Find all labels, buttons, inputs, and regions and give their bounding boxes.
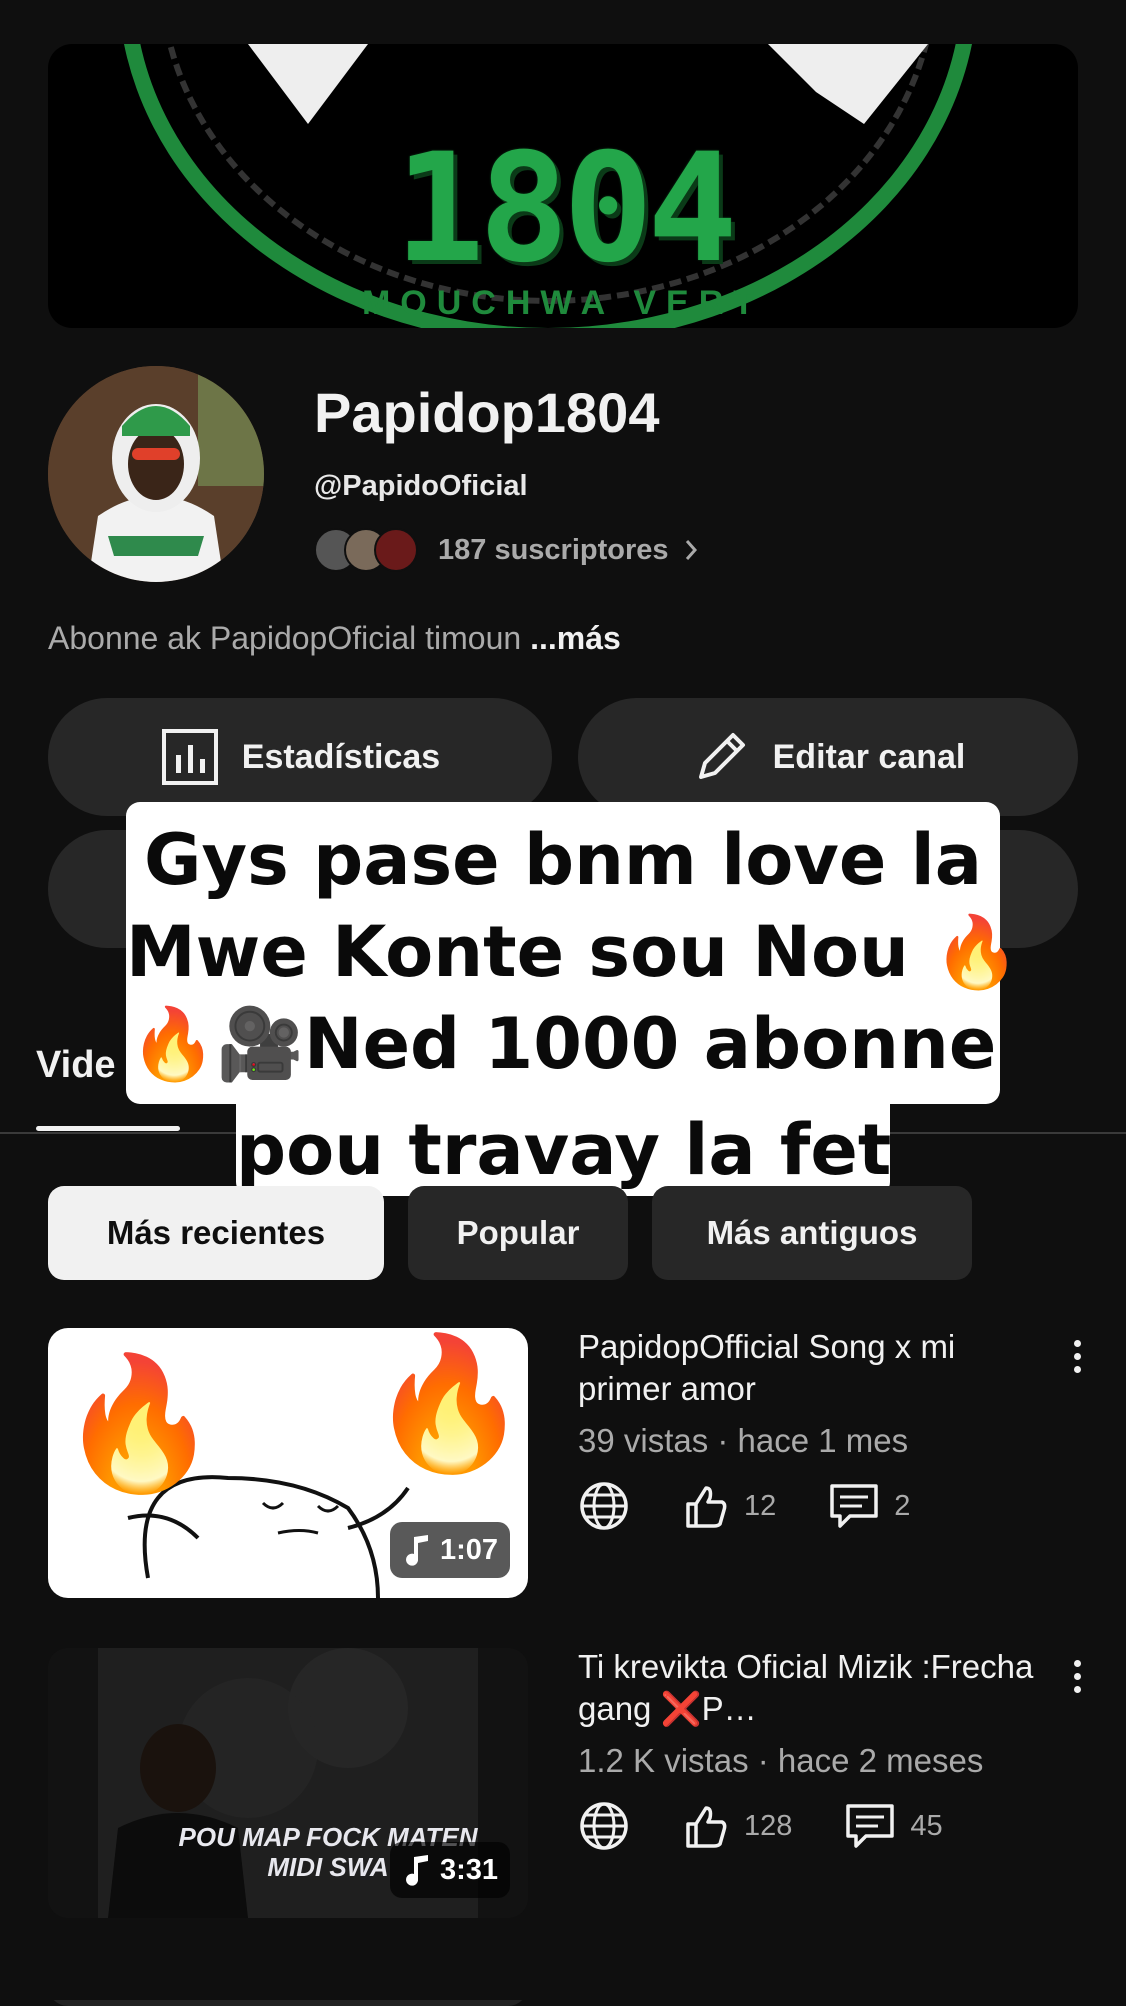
like-count: 128: [744, 1809, 793, 1842]
avatar-photo: [48, 366, 264, 582]
video-title[interactable]: PapidopOfficial Song x mi primer amor: [578, 1326, 1038, 1410]
caption-line: 🔥🎥Ned 1000 abonne: [129, 1003, 997, 1085]
subscriber-avatar: [374, 528, 418, 572]
banner-logo-shape: [248, 44, 368, 124]
more-link[interactable]: ...más: [530, 620, 621, 656]
video-stats: 12 2: [578, 1476, 910, 1536]
fire-emoji: 🔥: [58, 1350, 220, 1496]
more-options-icon[interactable]: [1062, 1646, 1092, 1706]
edit-channel-button[interactable]: Editar canal: [578, 698, 1078, 816]
pencil-icon: [698, 733, 745, 779]
video-title[interactable]: Ti krevikta Oficial Mizik :Frecha gang ❌…: [578, 1646, 1038, 1730]
video-meta: 1.2 K vistas · hace 2 meses: [578, 1742, 984, 1779]
stats-button[interactable]: Estadísticas: [48, 698, 552, 816]
channel-avatar[interactable]: [48, 366, 264, 582]
duration-badge: 1:07: [389, 1522, 510, 1578]
thumbs-up-icon: [686, 1806, 727, 1848]
channel-banner: 1804 MOUCHWA VERT: [48, 44, 1078, 328]
caption-line: Gys pase bnm love la: [143, 819, 983, 901]
edit-channel-label: Editar canal: [772, 737, 966, 776]
chevron-right-icon: [685, 540, 697, 560]
more-options-icon[interactable]: [1062, 1326, 1092, 1386]
duration-text: 1:07: [439, 1533, 498, 1566]
filter-popular[interactable]: Popular: [408, 1186, 628, 1280]
banner-number: 1804: [394, 122, 737, 296]
active-tab-indicator: [36, 1126, 180, 1131]
filter-oldest[interactable]: Más antiguos: [652, 1186, 972, 1280]
fire-emoji: 🔥: [368, 1330, 528, 1476]
video-meta: 39 vistas · hace 1 mes: [578, 1422, 909, 1459]
caption-line: pou travay la fet: [236, 1109, 892, 1191]
caption-overlay: Gys pase bnm love la Mwe Konte sou Nou 🔥…: [126, 802, 1021, 1104]
comment-icon: [830, 1484, 879, 1528]
filter-recent[interactable]: Más recientes: [48, 1186, 384, 1280]
comment-icon: [846, 1804, 895, 1848]
video-stats: 128 45: [578, 1796, 943, 1856]
comment-count: 45: [910, 1809, 943, 1842]
like-count: 12: [744, 1489, 777, 1522]
subscriber-count: 187 suscriptores: [438, 533, 669, 566]
thumbs-up-icon: [686, 1486, 727, 1528]
channel-description[interactable]: Abonne ak PapidopOficial timoun ...más: [48, 620, 621, 657]
video-thumbnail[interactable]: POU MAP FOCK MATEN MIDI SWA 3:31: [48, 1648, 528, 1918]
stats-label: Estadísticas: [241, 737, 441, 776]
caption-overlay-tail: pou travay la fet: [236, 1104, 892, 1196]
banner-subtitle: MOUCHWA VERT: [361, 284, 765, 322]
channel-name: Papidop1804: [314, 381, 660, 444]
comment-count: 2: [894, 1489, 911, 1522]
globe-icon: [580, 1482, 628, 1530]
music-note-icon: [405, 1855, 428, 1886]
bottom-navigation: [0, 1960, 1126, 2000]
music-note-icon: [405, 1535, 428, 1566]
caption-line: Mwe Konte sou Nou 🔥: [126, 911, 1021, 993]
globe-icon: [580, 1802, 628, 1850]
subscribers-row[interactable]: 187 suscriptores: [314, 524, 707, 576]
description-text: Abonne ak PapidopOficial timoun: [48, 620, 522, 656]
tab-videos[interactable]: Vide: [36, 1044, 116, 1087]
stats-icon: [161, 729, 218, 785]
duration-text: 3:31: [439, 1853, 498, 1886]
channel-handle: @PapidoOficial: [314, 470, 528, 502]
duration-badge: 3:31: [389, 1842, 510, 1898]
video-thumbnail[interactable]: 🔥 🔥 1:07: [48, 1328, 528, 1598]
status-strip: [0, 0, 1126, 14]
